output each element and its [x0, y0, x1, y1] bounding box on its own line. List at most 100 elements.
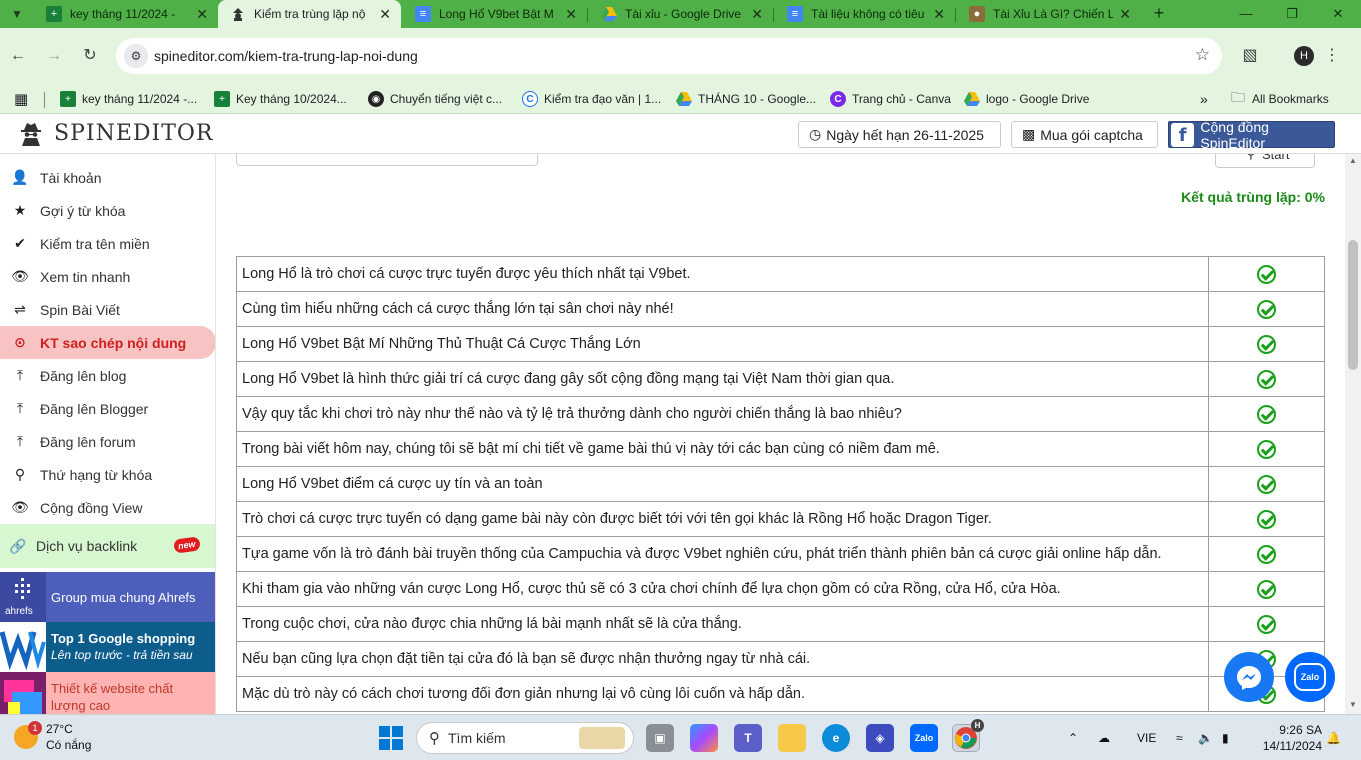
messenger-button[interactable] [1224, 652, 1274, 702]
sun-icon: 1 [14, 721, 42, 749]
close-tab-icon[interactable]: ✕ [565, 6, 577, 23]
wifi-icon[interactable]: ≈ [1176, 715, 1183, 760]
sidebar-item-keyword-suggest[interactable]: ★ Gợi ý từ khóa [0, 194, 215, 227]
show-hidden-icons[interactable]: ⌃ [1068, 715, 1078, 760]
new-tab-icon[interactable]: + [1148, 3, 1170, 25]
buy-captcha-button[interactable]: ▩ Mua gói captcha [1011, 121, 1158, 148]
bookmark-item[interactable]: ◉ Chuyển tiếng việt c... [368, 84, 502, 114]
battery-icon[interactable]: ▮ [1222, 715, 1229, 760]
close-tab-icon[interactable]: ✕ [196, 6, 208, 23]
scroll-up-icon[interactable]: ▲ [1348, 156, 1358, 166]
bookmark-item[interactable]: C Kiểm tra đạo văn | 1... [522, 84, 661, 114]
sentence-cell: Cùng tìm hiểu những cách cá cược thắng l… [236, 291, 1209, 327]
bookmark-item[interactable]: + Key tháng 10/2024... [214, 84, 347, 114]
tab-long-ho-v9bet[interactable]: ≡ Long Hổ V9bet Bật M ✕ [403, 0, 587, 28]
sentence-cell: Mặc dù trò này có cách chơi tương đối đơ… [236, 676, 1209, 712]
bookmark-item[interactable]: + key tháng 11/2024 -... [60, 84, 197, 114]
sidebar-item-spin-article[interactable]: ⇌ Spin Bài Viết [0, 293, 215, 326]
site-logo[interactable]: SPINEDITOR [18, 120, 213, 146]
sentence-cell: Long Hổ V9bet Bật Mí Những Thủ Thuật Cá … [236, 326, 1209, 362]
promo-ahrefs[interactable]: ahrefs Group mua chung Ahrefs [0, 572, 215, 622]
reload-icon[interactable]: ↻ [76, 42, 104, 70]
close-tab-icon[interactable]: ✕ [751, 6, 763, 23]
table-row: Trong bài viết hôm nay, chúng tôi sẽ bật… [236, 431, 1325, 467]
sidebar-item-account[interactable]: 👤 Tài khoản [0, 161, 215, 194]
sidebar-item-post-blogger[interactable]: ⤒ Đăng lên Blogger [0, 392, 215, 425]
web-icon: ● [969, 6, 985, 22]
tab-search-menu-icon[interactable]: ▼ [6, 4, 28, 24]
facebook-community-button[interactable]: f Cộng đồng SpinEditor [1168, 119, 1335, 151]
table-row: Long Hổ V9bet điểm cá cược uy tín và an … [236, 466, 1325, 502]
extensions-icon[interactable]: ▧ [1236, 42, 1264, 70]
bookmark-item[interactable]: logo - Google Drive [964, 84, 1089, 114]
expiry-date-button[interactable]: ◷ Ngày hết hạn 26-11-2025 [798, 121, 1001, 148]
sentence-cell: Nếu bạn cũng lựa chọn đặt tiền tại cửa đ… [236, 641, 1209, 677]
bookmark-star-icon[interactable]: ☆ [1195, 45, 1210, 65]
minimize-icon[interactable]: — [1223, 0, 1269, 28]
tab-tai-xiu-la-gi[interactable]: ● Tài Xỉu Là Gì? Chiến L ✕ [957, 0, 1141, 28]
chrome-menu-icon[interactable]: ⋮ [1318, 42, 1346, 70]
copilot-icon[interactable] [690, 724, 718, 752]
site-settings-icon[interactable]: ⚙ [124, 44, 148, 68]
notification-bell-icon[interactable]: 🔔 [1326, 715, 1341, 760]
promo-website-design[interactable]: Thiết kế website chất lượng cao [0, 672, 215, 714]
tab-key-thang-11[interactable]: + key tháng 11/2024 - ✕ [34, 0, 218, 28]
back-icon[interactable]: ← [4, 42, 32, 70]
network-cloud-icon[interactable]: ☁ [1098, 715, 1110, 760]
sidebar-item-community-view[interactable]: 👁 Cộng đồng View [0, 491, 215, 524]
volume-icon[interactable]: 🔈 [1198, 715, 1213, 760]
status-cell [1208, 536, 1325, 572]
edge-icon[interactable]: e [822, 724, 850, 752]
apps-grid-icon[interactable]: ▦ [14, 84, 28, 114]
docs-icon: ≡ [415, 6, 431, 22]
close-tab-icon[interactable]: ✕ [379, 6, 391, 23]
url-text[interactable]: spineditor.com/kiem-tra-trung-lap-noi-du… [154, 48, 418, 64]
sidebar-item-keyword-rank[interactable]: ⚲ Thứ hạng từ khóa [0, 458, 215, 491]
taskbar-search[interactable]: ⚲ Tìm kiếm [416, 722, 634, 754]
table-row: Khi tham gia vào những ván cược Long Hổ,… [236, 571, 1325, 607]
sidebar-item-quick-news[interactable]: 👁 Xem tin nhanh [0, 260, 215, 293]
address-bar[interactable]: ⚙ spineditor.com/kiem-tra-trung-lap-noi-… [116, 38, 1222, 74]
promo-google-shopping[interactable]: Top 1 Google shopping Lên top trước - tr… [0, 622, 215, 672]
scroll-thumb[interactable] [1348, 240, 1358, 370]
bookmark-item[interactable]: THÁNG 10 - Google... [676, 84, 816, 114]
tab-kiem-tra-trung-lap[interactable]: Kiểm tra trùng lặp nộ ✕ [218, 0, 401, 28]
more-bookmarks-icon[interactable]: » [1200, 84, 1208, 114]
sidebar-item-post-forum[interactable]: ⤒ Đăng lên forum [0, 425, 215, 458]
app-icon[interactable]: ◈ [866, 724, 894, 752]
all-bookmarks-folder[interactable]: 🗀 All Bookmarks [1230, 84, 1329, 114]
chrome-app-icon[interactable]: H [952, 719, 984, 752]
close-tab-icon[interactable]: ✕ [933, 6, 945, 23]
weather-condition: Có nắng [46, 738, 92, 752]
forward-icon[interactable]: → [40, 42, 68, 70]
page-scrollbar[interactable]: ▲ ▼ [1345, 154, 1361, 714]
sidebar-item-domain-check[interactable]: ✔ Kiểm tra tên miền [0, 227, 215, 260]
sidebar-item-copy-check[interactable]: ⊙ KT sao chép nội dung [0, 326, 215, 359]
bookmark-item[interactable]: C Trang chủ - Canva [830, 84, 951, 114]
task-view-icon[interactable]: ▣ [646, 724, 674, 752]
system-clock[interactable]: 9:26 SA 14/11/2024 [1252, 722, 1322, 754]
sentence-cell: Long Hổ V9bet điểm cá cược uy tín và an … [236, 466, 1209, 502]
sidebar-item-backlink[interactable]: 🔗 Dịch vụ backlink new [0, 524, 215, 568]
shuffle-icon: ⇌ [14, 301, 26, 317]
scroll-down-icon[interactable]: ▼ [1348, 700, 1358, 710]
close-window-icon[interactable]: ✕ [1315, 0, 1361, 28]
close-tab-icon[interactable]: ✕ [1119, 6, 1131, 23]
profile-avatar[interactable]: H [1294, 46, 1314, 66]
unique-check-icon [1257, 439, 1276, 459]
weather-widget[interactable]: 1 27°C Có nắng [14, 721, 91, 753]
zalo-button[interactable]: Zalo [1285, 652, 1335, 702]
file-explorer-icon[interactable] [778, 724, 806, 752]
start-button[interactable]: ⚲ Start [1215, 154, 1315, 168]
tab-tai-lieu-khong-tieu-de[interactable]: ≡ Tài liệu không có tiêu ✕ [775, 0, 955, 28]
sidebar-item-post-blog[interactable]: ⤒ Đăng lên blog [0, 359, 215, 392]
content-input-partial[interactable] [236, 154, 538, 166]
duplicate-result-label: Kết quả trùng lặp: 0% [1181, 189, 1325, 205]
zalo-app-icon[interactable]: Zalo [910, 724, 938, 752]
tab-tai-xiu-drive[interactable]: Tài xỉu - Google Drive ✕ [589, 0, 773, 28]
language-indicator[interactable]: VIE [1137, 715, 1156, 760]
unique-check-icon [1257, 474, 1276, 494]
teams-icon[interactable]: T [734, 724, 762, 752]
restore-icon[interactable]: ❐ [1269, 0, 1315, 28]
windows-start-icon[interactable] [379, 726, 403, 750]
